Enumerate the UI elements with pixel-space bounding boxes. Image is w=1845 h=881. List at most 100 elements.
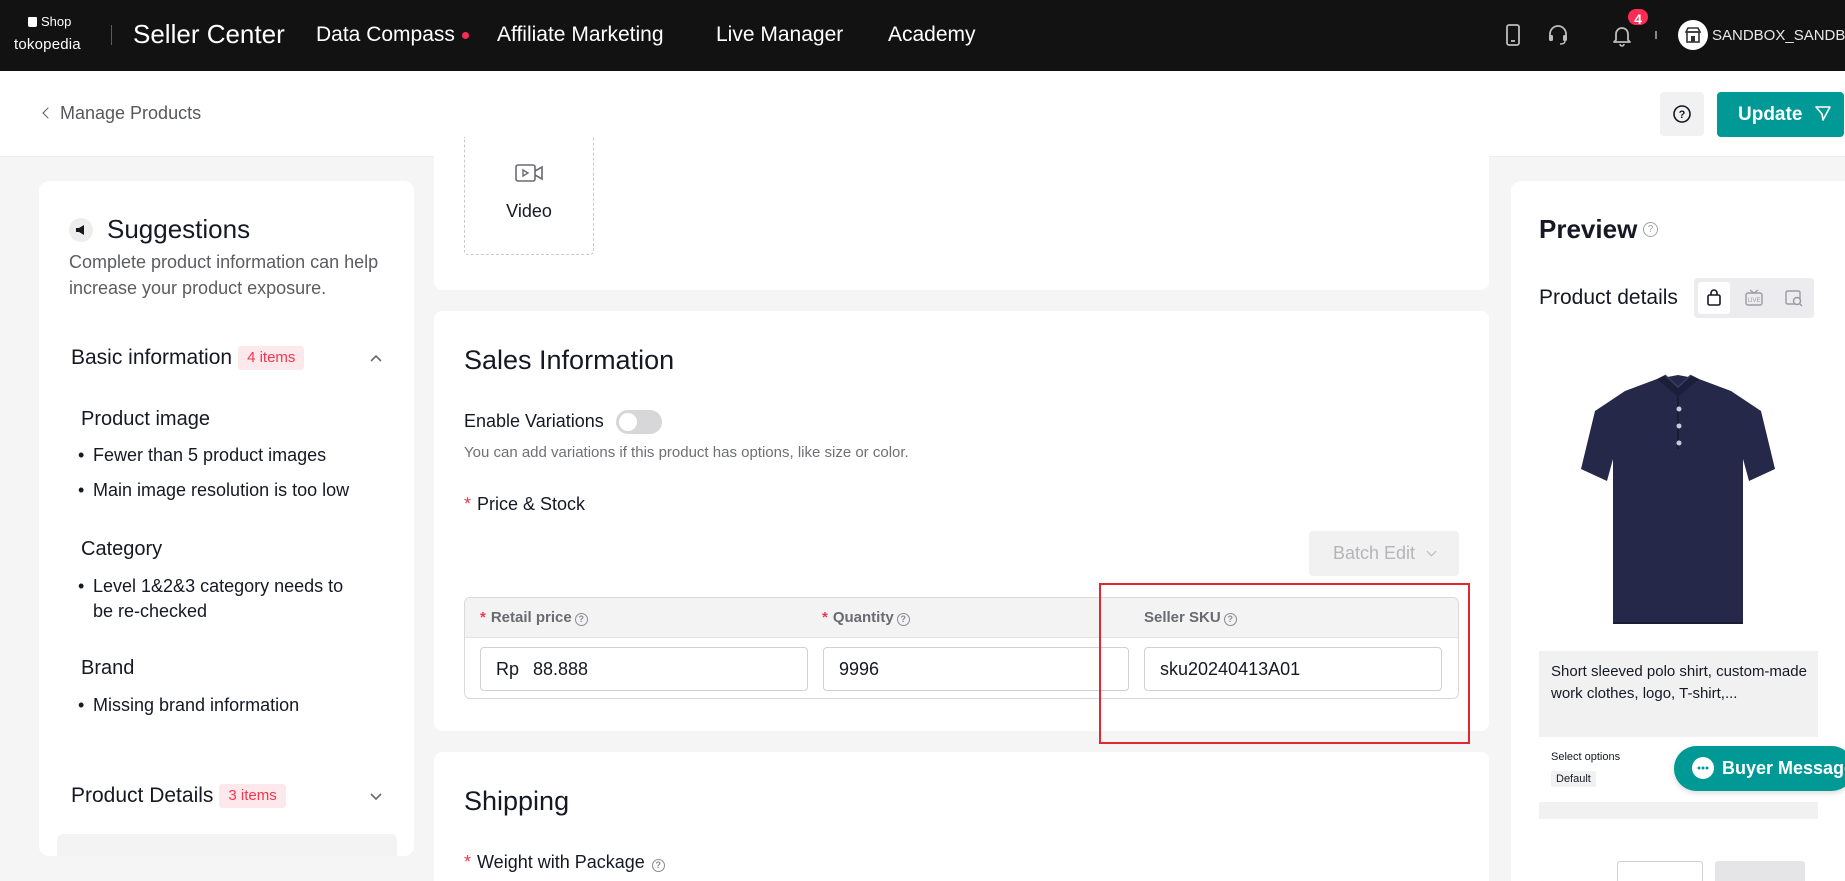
help-icon[interactable]: ? xyxy=(574,613,588,626)
product-details-count: 3 items xyxy=(219,784,286,808)
chat-bubble-icon xyxy=(1692,757,1714,779)
update-button[interactable]: Update xyxy=(1717,92,1844,137)
nav-affiliate-marketing[interactable]: Affiliate Marketing xyxy=(497,23,664,47)
basic-information-label: Basic information xyxy=(71,346,233,369)
suggestions-title: Suggestions xyxy=(107,214,251,244)
nav-data-compass[interactable]: Data Compass xyxy=(316,23,455,47)
live-icon[interactable]: LIVE xyxy=(1738,282,1770,314)
product-details-preview-label: Product details xyxy=(1539,286,1678,309)
app-title[interactable]: Seller Center xyxy=(133,19,285,50)
shipping-card: Shipping * Weight with Package? xyxy=(434,752,1489,881)
batch-edit-label: Batch Edit xyxy=(1332,543,1416,563)
column-retail-price: * Retail price? xyxy=(480,609,588,626)
required-asterisk: * xyxy=(464,852,472,872)
nav-live-manager[interactable]: Live Manager xyxy=(716,23,843,47)
new-indicator-dot xyxy=(462,32,469,39)
currency-prefix: Rp xyxy=(496,659,520,679)
shop-avatar[interactable] xyxy=(1678,20,1708,50)
batch-edit-button[interactable]: Batch Edit xyxy=(1309,531,1459,576)
table-header: * Retail price? * Quantity? Seller SKU? xyxy=(465,598,1458,638)
help-button[interactable]: ? xyxy=(1660,92,1704,136)
weight-label-text: Weight with Package xyxy=(477,852,645,872)
option-default[interactable]: Default xyxy=(1551,771,1596,787)
enable-variations-toggle[interactable] xyxy=(616,410,662,434)
preview-bottom-area xyxy=(1539,819,1818,881)
send-icon xyxy=(1814,105,1831,121)
retail-price-input[interactable]: Rp 88.888 xyxy=(480,647,808,691)
basic-information-count: 4 items xyxy=(238,346,305,370)
nav-academy[interactable]: Academy xyxy=(888,23,976,47)
required-asterisk: * xyxy=(822,609,828,626)
price-value: 88.888 xyxy=(533,659,589,679)
video-label: Video xyxy=(506,201,552,221)
top-navigation: Shop tokopedia Seller Center Data Compas… xyxy=(0,0,1845,71)
chevron-down-icon[interactable] xyxy=(367,787,385,805)
brand-logo[interactable]: Shop tokopedia xyxy=(14,14,94,56)
help-icon[interactable]: ? xyxy=(896,613,910,626)
brand-shop: Shop xyxy=(28,14,71,29)
price-stock-label: * Price & Stock xyxy=(464,494,585,515)
shopping-bag-icon[interactable] xyxy=(1698,282,1730,314)
basic-information-header[interactable]: Basic information 4 items xyxy=(71,346,305,370)
column-seller-sku: Seller SKU? xyxy=(1144,609,1237,626)
polo-shirt-image xyxy=(1581,374,1775,624)
buyer-message-button[interactable]: Buyer Message xyxy=(1674,746,1845,791)
variations-hint: You can add variations if this product h… xyxy=(464,444,909,461)
chevron-down-icon xyxy=(1426,546,1437,557)
phone-preview: Short sleeved polo shirt, custom-made wo… xyxy=(1539,331,1818,881)
user-name[interactable]: SANDBOX_SANDBOX xyxy=(1712,27,1845,44)
preview-button[interactable] xyxy=(1715,861,1805,881)
toggle-knob xyxy=(619,413,637,431)
search-preview-icon[interactable] xyxy=(1778,282,1810,314)
product-details-label: Product Details xyxy=(71,784,214,807)
preview-title: Preview xyxy=(1539,214,1638,244)
suggestion-item: Fewer than 5 product images xyxy=(78,443,383,468)
back-to-manage-products[interactable]: Manage Products xyxy=(42,103,201,124)
nav-separator xyxy=(1655,31,1657,39)
shop-bag-icon xyxy=(28,17,37,27)
required-asterisk: * xyxy=(480,609,486,626)
megaphone-icon xyxy=(69,218,93,242)
chevron-up-icon[interactable] xyxy=(367,350,385,368)
column-label: Seller SKU xyxy=(1144,609,1221,626)
video-upload[interactable]: Video xyxy=(464,137,594,255)
column-label: Retail price xyxy=(490,609,572,626)
shipping-title: Shipping xyxy=(464,786,570,816)
column-quantity: * Quantity? xyxy=(822,609,910,626)
suggestions-description: Complete product information can help in… xyxy=(69,252,379,298)
nav-divider xyxy=(111,25,112,45)
update-label: Update xyxy=(1738,103,1803,125)
suggestion-item: Level 1&2&3 category needs to be re-chec… xyxy=(78,574,363,624)
brand-shop-text: Shop xyxy=(41,14,72,29)
help-icon[interactable]: ? xyxy=(1223,613,1237,626)
brand-tokopedia-text: tokopedia xyxy=(14,36,81,53)
headset-support-icon[interactable] xyxy=(1543,20,1573,50)
preview-mode-tabs: LIVE xyxy=(1694,278,1814,318)
category-title: Category xyxy=(81,538,163,560)
suggestion-item: Main image resolution is too low xyxy=(78,478,383,503)
brand-title: Brand xyxy=(81,657,135,679)
quantity-input[interactable]: 9996 xyxy=(823,647,1129,691)
suggestions-panel: Suggestions Complete product information… xyxy=(39,181,414,856)
suggestion-item: Missing brand information xyxy=(78,693,383,718)
chevron-left-icon xyxy=(42,107,54,119)
price-stock-table: * Retail price? * Quantity? Seller SKU? Rp… xyxy=(464,597,1459,699)
column-label: Quantity xyxy=(832,609,894,626)
sales-information-title: Sales Information xyxy=(464,345,675,375)
preview-button[interactable] xyxy=(1617,861,1703,881)
price-stock-text: Price & Stock xyxy=(477,494,586,514)
seller-sku-input[interactable]: sku20240413A01 xyxy=(1144,647,1442,691)
buyer-message-label: Buyer Message xyxy=(1722,758,1845,778)
question-circle-icon: ? xyxy=(1673,105,1691,123)
video-camera-icon xyxy=(515,164,543,182)
product-image xyxy=(1539,331,1818,651)
sales-information-card: Sales Information Enable Variations You … xyxy=(434,311,1489,731)
media-card: Video xyxy=(434,137,1489,290)
preview-product-name: Short sleeved polo shirt, custom-made wo… xyxy=(1551,663,1807,702)
enable-variations-label: Enable Variations xyxy=(464,411,604,431)
question-circle-icon[interactable]: ? xyxy=(1643,222,1658,237)
product-details-header[interactable]: Product Details 3 items xyxy=(71,784,286,808)
help-icon[interactable]: ? xyxy=(651,859,665,872)
suggestions-footer-area xyxy=(57,834,397,856)
mobile-phone-icon[interactable] xyxy=(1498,20,1528,50)
